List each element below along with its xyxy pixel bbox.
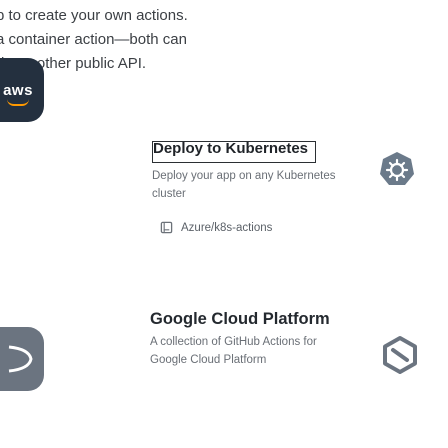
- gcp-description-line-1: A collection of GitHub Actions for: [150, 336, 317, 348]
- deploy-kubernetes-description: Deploy your app on any Kubernetes cluste…: [152, 167, 352, 203]
- intro-line-2: a container action—both can: [0, 31, 187, 48]
- aws-logo-text: aws: [3, 81, 33, 99]
- gcp-icon: [379, 334, 421, 376]
- aws-logo: aws: [0, 58, 44, 122]
- chevron-right-icon: [8, 345, 33, 373]
- repo-link-k8s-actions[interactable]: Azure/k8s-actions: [160, 221, 272, 234]
- gcp-title-link[interactable]: Google Cloud Platform: [150, 310, 330, 329]
- intro-line-3: d any other public API.: [0, 55, 147, 72]
- kubernetes-helm-icon: [376, 148, 418, 190]
- aws-smile-icon: [7, 99, 29, 106]
- repo-icon: [160, 221, 173, 234]
- deploy-kubernetes-title-link[interactable]: Deploy to Kubernetes: [152, 140, 308, 157]
- gcp-description: A collection of GitHub Actions for Googl…: [150, 333, 350, 369]
- intro-line-1: p to create your own actions.: [0, 7, 188, 24]
- gcp-side-logo: [0, 327, 44, 391]
- description-line-1: Deploy your app on any Kubernetes: [152, 170, 336, 182]
- intro-paragraph: p to create your own actions. a containe…: [0, 4, 440, 76]
- repo-name: Azure/k8s-actions: [181, 221, 273, 234]
- gcp-description-line-2: Google Cloud Platform: [150, 354, 267, 366]
- description-line-2: cluster: [152, 188, 186, 200]
